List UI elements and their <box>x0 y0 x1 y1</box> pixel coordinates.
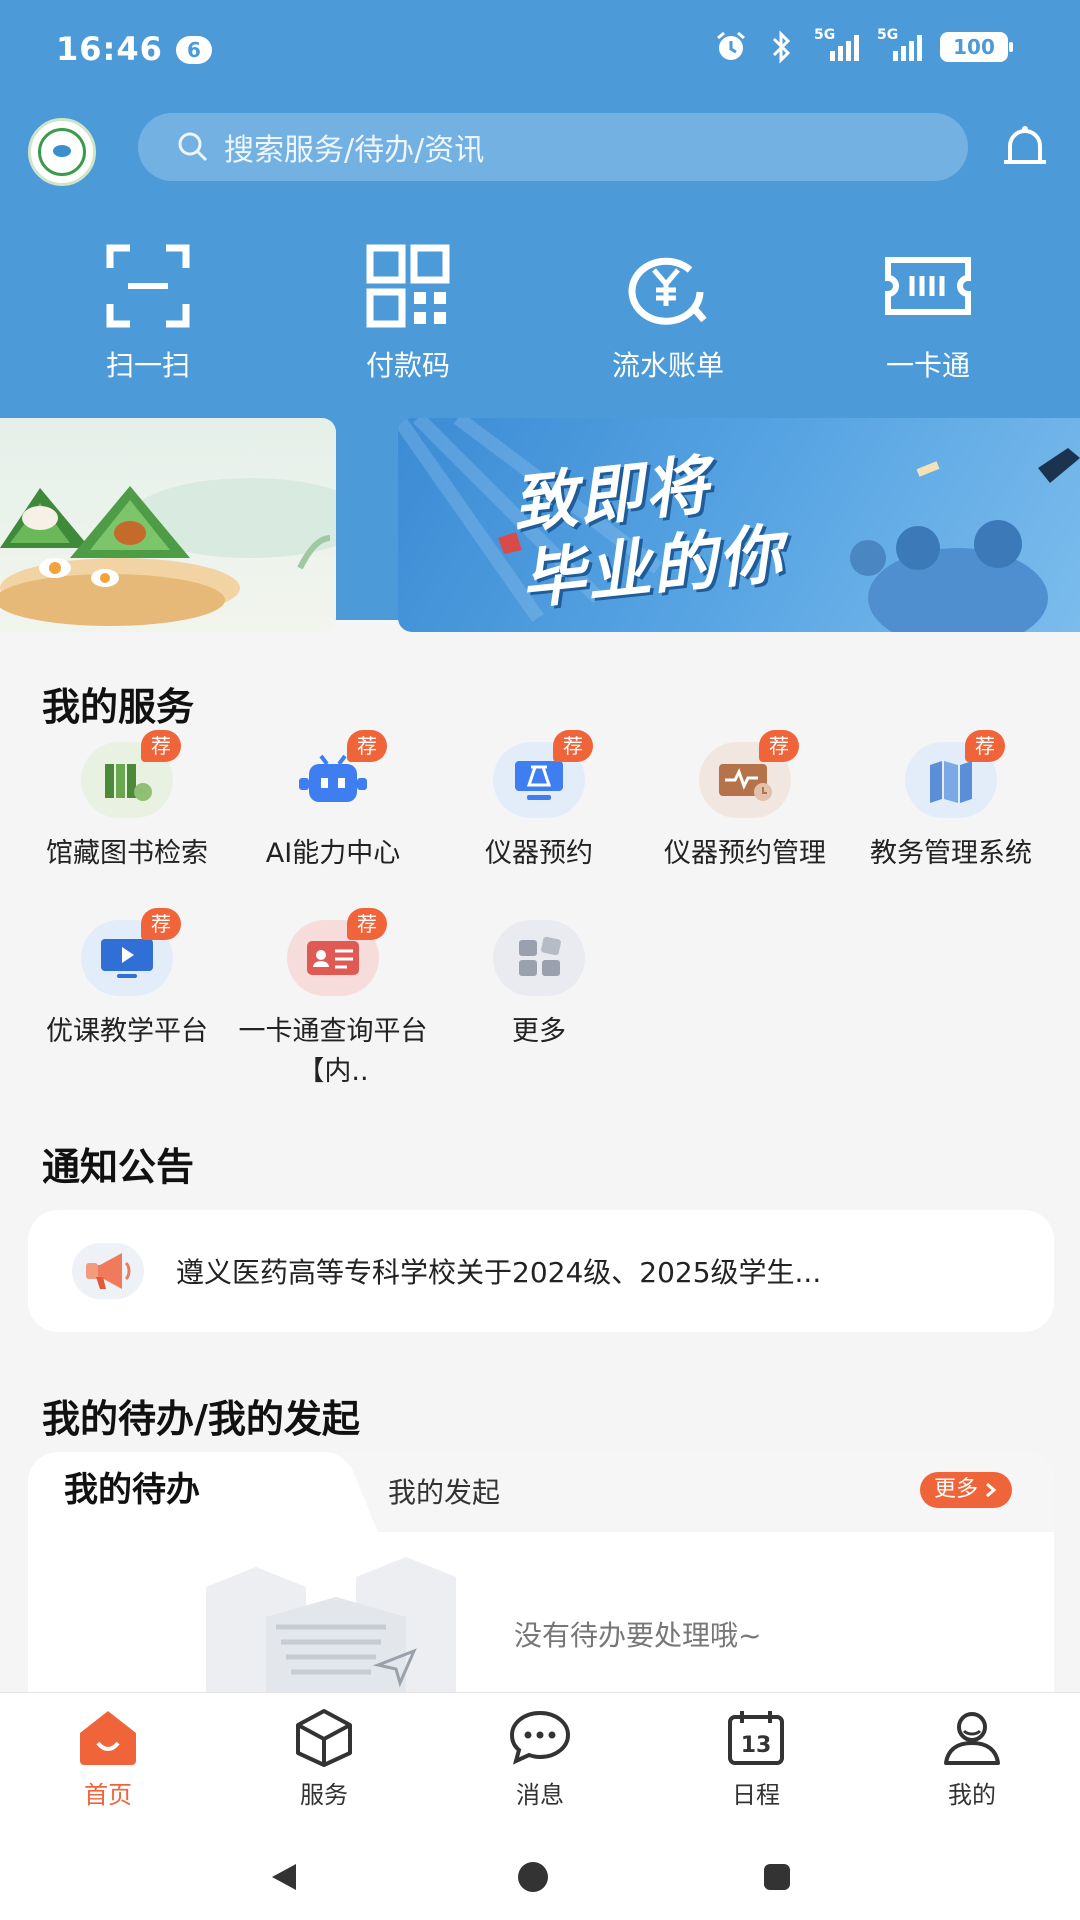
message-icon <box>509 1710 571 1765</box>
empty-state-text: 没有待办要处理哦~ <box>514 1619 762 1652</box>
recommend-badge: 荐 <box>965 730 1005 762</box>
bell-icon[interactable] <box>998 122 1052 176</box>
recommend-badge: 荐 <box>141 908 181 940</box>
todo-card: 我的待办 我的发起 更多 没有待办要处理哦~ <box>28 1452 1054 1692</box>
search-placeholder: 搜索服务/待办/资讯 <box>224 133 485 168</box>
quick-actions: 扫一扫 付款码 流水账单 一卡通 <box>0 240 1080 384</box>
service-label: 仪器预约管理 <box>664 838 826 869</box>
banner-carousel[interactable]: 致即将 毕业的你 <box>0 418 1080 632</box>
monitor-icon: 荐 <box>81 908 181 996</box>
more-grid-icon <box>493 920 585 996</box>
todo-section-title: 我的待办/我的发起 <box>42 1397 360 1441</box>
notices-title: 通知公告 <box>42 1145 195 1189</box>
banner-dragon-boat[interactable] <box>0 418 336 632</box>
recommend-badge: 荐 <box>553 730 593 762</box>
empty-state-illustration <box>206 1557 456 1692</box>
signal-icon-2: 5G <box>877 27 922 61</box>
tab-messages-label: 消息 <box>516 1781 564 1809</box>
chevron-right-icon <box>986 1482 997 1498</box>
service-label: AI能力中心 <box>265 838 401 869</box>
services-title: 我的服务 <box>42 685 195 729</box>
quick-bill[interactable]: 流水账单 <box>538 240 798 384</box>
quick-pay-code-label: 付款码 <box>365 349 450 382</box>
service-card-query[interactable]: 荐 一卡通查询平台【内.. <box>230 908 436 1092</box>
card-icon <box>885 257 971 315</box>
system-nav-bar <box>0 1822 1080 1920</box>
quick-pay-code[interactable]: 付款码 <box>278 240 538 384</box>
service-youke-platform[interactable]: 荐 优课教学平台 <box>24 908 230 1052</box>
recommend-badge: 荐 <box>759 730 799 762</box>
service-library-search[interactable]: 荐 馆藏图书检索 <box>24 730 230 874</box>
service-label: 更多 <box>512 1016 566 1047</box>
tab-schedule-label: 日程 <box>732 1781 780 1809</box>
todo-more-label: 更多 <box>933 1477 978 1502</box>
tab-services[interactable]: 服务 <box>216 1693 432 1822</box>
tab-my-initiated[interactable]: 我的发起 <box>388 1452 500 1534</box>
robot-icon: 荐 <box>287 730 387 818</box>
service-instrument-manage[interactable]: 荐 仪器预约管理 <box>642 730 848 874</box>
tab-my-todo[interactable]: 我的待办 <box>28 1452 328 1534</box>
tab-profile[interactable]: 我的 <box>864 1693 1080 1822</box>
quick-card-label: 一卡通 <box>885 349 970 382</box>
battery-indicator: 100 <box>940 32 1013 62</box>
search-icon <box>178 132 208 162</box>
status-time: 16:46 <box>56 30 163 68</box>
tab-services-label: 服务 <box>300 1781 348 1809</box>
id-card-icon: 荐 <box>287 908 387 996</box>
service-label: 优课教学平台 <box>46 1016 208 1047</box>
megaphone-icon <box>72 1243 144 1299</box>
quick-scan[interactable]: 扫一扫 <box>18 240 278 384</box>
service-label: 教务管理系统 <box>870 838 1032 869</box>
books-icon: 荐 <box>81 730 181 818</box>
alarm-icon <box>717 31 745 60</box>
bluetooth-icon <box>772 30 791 64</box>
academic-books-icon: 荐 <box>905 730 1005 818</box>
qr-code-icon <box>366 244 450 328</box>
service-academic-system[interactable]: 荐 教务管理系统 <box>848 730 1054 874</box>
calendar-icon: 13 <box>728 1711 784 1765</box>
status-bar: 16:46 6 5G 5G 100 <box>0 0 1080 100</box>
tab-messages[interactable]: 消息 <box>432 1693 648 1822</box>
microscope-icon: 荐 <box>493 730 593 818</box>
bill-icon <box>628 257 707 325</box>
school-logo[interactable] <box>28 118 96 186</box>
recommend-badge: 荐 <box>347 908 387 940</box>
quick-bill-label: 流水账单 <box>611 349 724 382</box>
notice-item[interactable]: 遵义医药高等专科学校关于2024级、2025级学生... <box>28 1210 1054 1332</box>
service-ai-center[interactable]: 荐 AI能力中心 <box>230 730 436 874</box>
svg-text:13: 13 <box>741 1733 772 1758</box>
logo-emblem-icon <box>38 128 86 176</box>
notice-text: 遵义医药高等专科学校关于2024级、2025级学生... <box>176 1256 822 1289</box>
home-circle-icon[interactable] <box>518 1862 548 1892</box>
banner-graduation[interactable]: 致即将 毕业的你 <box>398 418 1080 632</box>
recent-apps-icon[interactable] <box>764 1864 790 1890</box>
quick-card[interactable]: 一卡通 <box>798 240 1058 384</box>
service-cube-icon <box>296 1709 352 1767</box>
recommend-badge: 荐 <box>141 730 181 762</box>
recommend-badge: 荐 <box>347 730 387 762</box>
profile-icon <box>944 1712 1000 1765</box>
status-icons: 5G 5G 100 <box>714 27 1013 64</box>
service-label: 仪器预约 <box>485 838 593 869</box>
instrument-manage-icon: 荐 <box>699 730 799 818</box>
tab-schedule[interactable]: 13 日程 <box>648 1693 864 1822</box>
zongzi-illustration <box>0 478 336 626</box>
back-icon[interactable] <box>272 1864 296 1890</box>
service-more[interactable]: 更多 <box>436 920 642 1052</box>
service-label: 馆藏图书检索 <box>46 838 208 869</box>
signal-icon-1: 5G <box>814 27 859 61</box>
todo-tabs: 我的待办 我的发起 更多 <box>28 1452 1054 1534</box>
notification-count-badge: 6 <box>176 36 212 64</box>
bottom-tab-bar: 首页 服务 消息 13 日程 我的 <box>0 1692 1080 1822</box>
tab-home-label: 首页 <box>84 1781 132 1809</box>
todo-more-button[interactable]: 更多 <box>919 1472 1012 1508</box>
service-label: 一卡通查询平台【内.. <box>238 1016 428 1087</box>
service-instrument-booking[interactable]: 荐 仪器预约 <box>436 730 642 874</box>
scan-icon <box>106 244 190 328</box>
search-bar[interactable]: 搜索服务/待办/资讯 <box>138 113 968 181</box>
tab-profile-label: 我的 <box>948 1781 996 1809</box>
home-icon <box>80 1711 136 1765</box>
tab-home[interactable]: 首页 <box>0 1693 216 1822</box>
quick-scan-label: 扫一扫 <box>105 349 190 382</box>
